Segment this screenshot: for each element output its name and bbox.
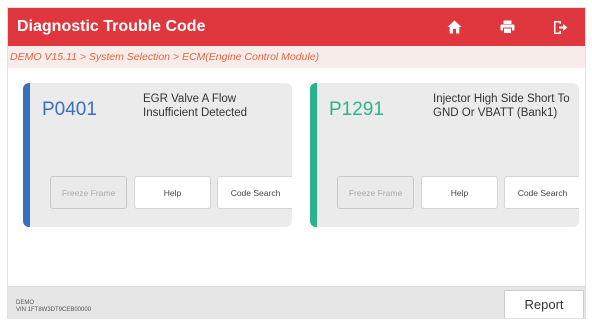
help-button[interactable]: Help [134, 176, 211, 209]
vehicle-name: DEMO [16, 300, 34, 306]
help-button[interactable]: Help [421, 176, 498, 209]
card-accent-bar [310, 83, 317, 227]
home-icon [447, 20, 461, 34]
dtc-code: P0401 [42, 99, 97, 120]
dtc-code: P1291 [329, 99, 384, 120]
card-accent-bar [23, 83, 30, 227]
dtc-card: P1291 Injector High Side Short To GND Or… [310, 83, 579, 227]
breadcrumb: DEMO V15.11 > System Selection > ECM(Eng… [8, 46, 585, 68]
home-button[interactable] [432, 8, 476, 46]
dtc-list: P0401 EGR Valve A Flow Insufficient Dete… [8, 68, 585, 286]
exit-icon [553, 20, 567, 34]
print-button[interactable] [485, 8, 529, 46]
title-bar: Diagnostic Trouble Code [8, 8, 585, 46]
code-search-button[interactable]: Code Search [504, 176, 579, 209]
dtc-description: Injector High Side Short To GND Or VBATT… [433, 93, 570, 119]
dtc-description: EGR Valve A Flow Insufficient Detected [143, 93, 247, 119]
print-icon [500, 20, 514, 34]
freeze-frame-button[interactable]: Freeze Frame [50, 176, 127, 209]
code-search-button[interactable]: Code Search [217, 176, 292, 209]
vehicle-vin: VIN 1FT8W3DT9CEB00000 [16, 307, 92, 313]
dtc-card: P0401 EGR Valve A Flow Insufficient Dete… [23, 83, 292, 227]
page-title: Diagnostic Trouble Code [17, 18, 206, 35]
footer-bar: DEMO VIN 1FT8W3DT9CEB00000 Report [8, 286, 585, 318]
app-window: Diagnostic Trouble Code DEMO V15.11 > Sy… [7, 7, 586, 319]
report-button[interactable]: Report [504, 290, 584, 318]
exit-button[interactable] [538, 8, 582, 46]
freeze-frame-button[interactable]: Freeze Frame [337, 176, 414, 209]
